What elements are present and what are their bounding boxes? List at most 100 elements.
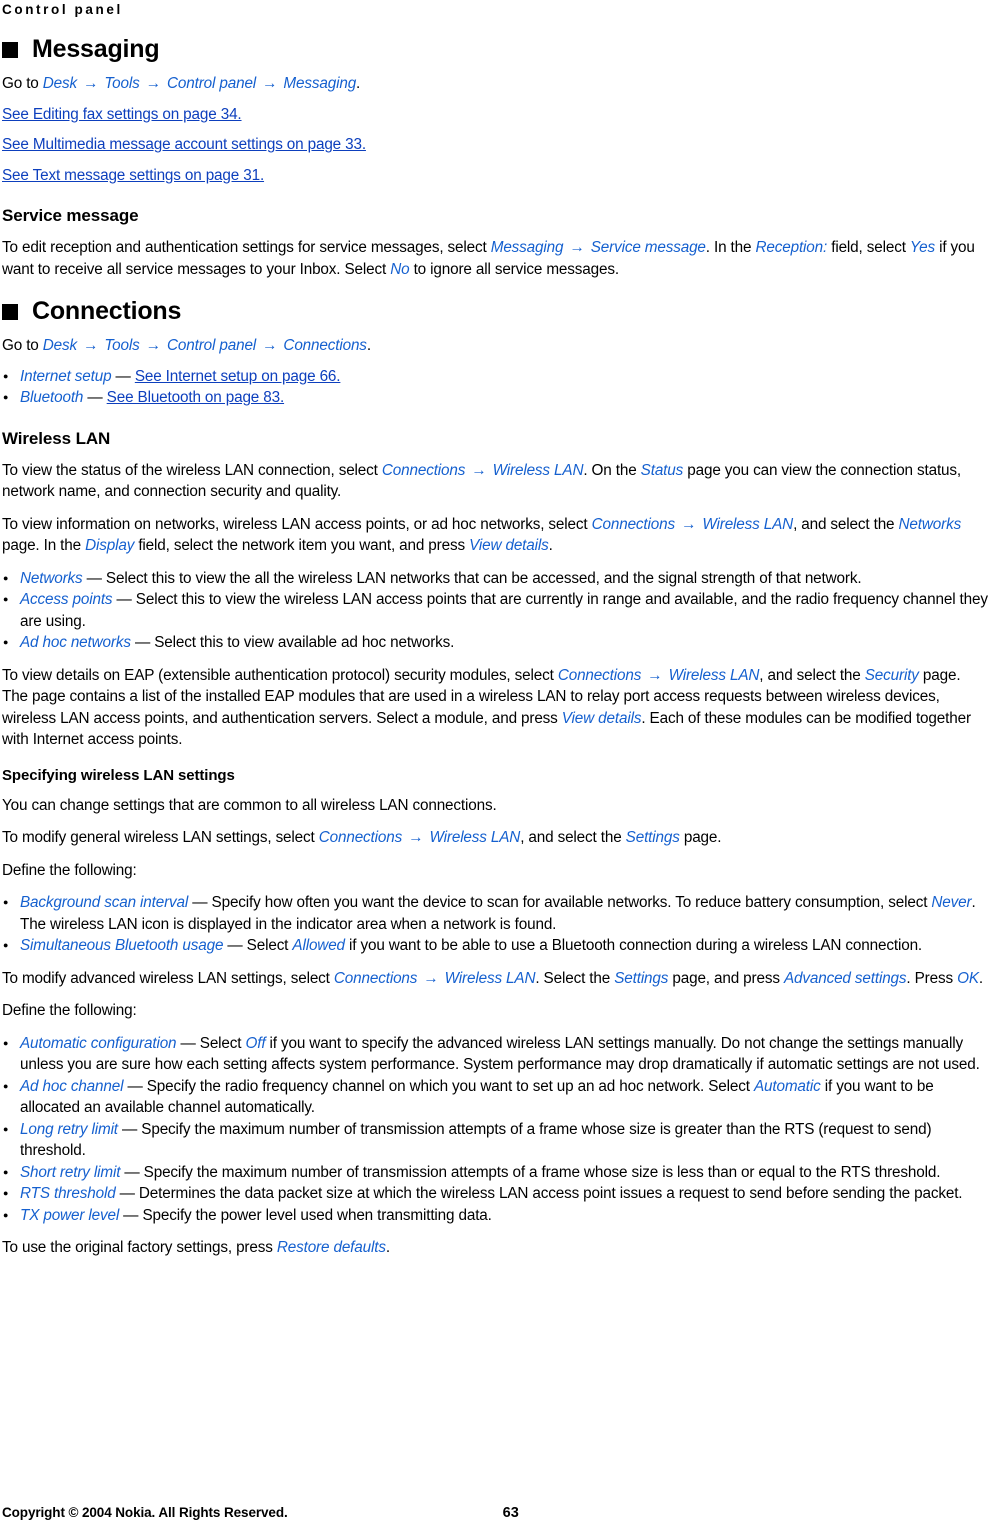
text-fragment: Specify the maximum number of transmissi… [143,1163,941,1181]
text-fragment: To view information on networks, wireles… [2,515,592,533]
arrow-icon: → [643,666,667,684]
list-item: Ad hoc channel — Specify the radio frequ… [2,1076,990,1119]
running-head: Control panel [2,2,123,17]
arrow-icon: → [141,337,166,354]
arrow-icon: → [79,337,103,354]
ui-term-display: Display [85,537,135,554]
arrow-icon: → [467,461,491,479]
list-item: TX power level — Specify the power level… [2,1205,990,1227]
text-fragment: . Select the [535,969,615,987]
text-fragment: To modify general wireless LAN settings,… [2,829,319,846]
ui-term-automatic-configuration: Automatic configuration [20,1034,177,1052]
arrow-icon: → [565,239,589,256]
text-fragment: Select this to view available ad hoc net… [154,634,455,651]
ui-term-wireless-lan: Wireless LAN [668,666,760,684]
paragraph-define-following: Define the following: [2,861,137,879]
text-fragment: — [176,1034,200,1052]
text-fragment: Specify the power level used when transm… [142,1206,492,1224]
section-heading-connections: Connections [2,298,990,325]
text-fragment: — [120,1163,144,1181]
subheading-service-message: Service message [2,206,139,225]
ui-term-no: No [390,260,410,278]
path-item-desk: Desk [42,75,78,92]
ui-term-networks: Networks [898,515,962,533]
path-item-control-panel: Control panel [167,75,257,92]
text-fragment: — [82,569,106,587]
text-fragment: Specify how often you want the device to… [211,894,932,911]
link-internet-setup[interactable]: See Internet setup on page 66. [135,368,341,385]
list-item: Simultaneous Bluetooth usage — Select Al… [2,935,990,957]
ui-term-reception: Reception: [755,239,828,256]
ui-term-networks: Networks [20,569,83,587]
arrow-icon: → [419,969,443,987]
see-also-line: See Editing fax settings on page 34. [2,104,990,126]
ui-term-status: Status [640,461,684,479]
ui-term-connections: Connections [333,969,418,987]
text-fragment: — [83,389,107,406]
path-item-control-panel: Control panel [167,337,257,354]
text-fragment: — [117,1120,142,1138]
text-fragment: to ignore all service messages. [409,260,620,278]
path-item-messaging: Messaging [283,75,357,92]
text-fragment: field, select the network item you want,… [134,537,470,554]
link-editing-fax-settings[interactable]: See Editing fax settings on page 34. [2,106,242,123]
text-fragment: . [385,1239,390,1256]
ui-term-allowed: Allowed [292,937,345,954]
goto-prefix: Go to [2,337,43,354]
text-fragment: , and select the [520,829,626,846]
ui-term-wireless-lan: Wireless LAN [702,515,794,533]
text-fragment: Specify the maximum number of transmissi… [20,1120,932,1160]
text-fragment: , and select the [759,666,865,684]
ui-term-advanced-settings: Advanced settings [783,969,907,987]
ui-term-short-retry-limit: Short retry limit [20,1163,121,1181]
text-fragment: Specify the radio frequency channel on w… [146,1077,754,1095]
text-fragment: To view the status of the wireless LAN c… [2,461,382,479]
text-fragment: Determines the data packet size at which… [138,1185,963,1202]
text-fragment: , and select the [793,515,899,533]
text-fragment: . In the [705,239,756,256]
link-text-message-settings[interactable]: See Text message settings on page 31. [2,167,264,184]
text-fragment: . On the [583,461,641,479]
link-multimedia-message-account-settings[interactable]: See Multimedia message account settings … [2,136,366,153]
paragraph-common-settings: You can change settings that are common … [2,796,497,814]
paragraph-modify-advanced-settings: To modify advanced wireless LAN settings… [2,968,990,990]
connections-bullet-list: Internet setup — See Internet setup on p… [2,366,990,409]
list-item: Networks — Select this to view the all t… [2,568,990,590]
ui-term-connections: Connections [591,515,676,533]
list-item: Bluetooth — See Bluetooth on page 83. [2,387,990,409]
text-fragment: To use the original factory settings, pr… [2,1239,277,1256]
page-footer: Copyright © 2004 Nokia. All Rights Reser… [2,1505,990,1521]
text-fragment: . [548,537,553,554]
paragraph-restore-defaults: To use the original factory settings, pr… [2,1237,990,1259]
list-item: Background scan interval — Specify how o… [2,892,990,935]
text-fragment: To view details on EAP (extensible authe… [2,666,558,684]
path-item-tools: Tools [104,337,140,354]
section-title: Messaging [32,35,160,63]
text-fragment: To modify advanced wireless LAN settings… [2,969,334,987]
text-fragment: Select [246,937,293,954]
list-item: Automatic configuration — Select Off if … [2,1033,990,1076]
goto-path-connections: Go to Desk → Tools → Control panel → Con… [2,335,990,357]
ui-term-connections: Connections [557,666,642,684]
advanced-settings-bullet-list: Automatic configuration — Select Off if … [2,1033,990,1227]
path-item-desk: Desk [42,337,78,354]
arrow-icon: → [79,75,103,92]
ui-term-internet-setup: Internet setup [20,367,112,385]
list-item: Access points — Select this to view the … [2,589,990,632]
ui-term-automatic: Automatic [753,1077,821,1095]
text-fragment: page. In the [2,537,86,554]
goto-suffix: . [356,75,361,92]
see-also-line: See Multimedia message account settings … [2,134,990,156]
paragraph-eap-modules: To view details on EAP (extensible authe… [2,665,990,751]
text-fragment: — [123,1077,147,1095]
arrow-icon: → [676,515,701,533]
link-bluetooth[interactable]: See Bluetooth on page 83. [107,389,285,406]
ui-term-ok: OK [957,969,979,987]
document-page: Control panel Messaging Go to Desk → Too… [0,0,998,1535]
subheading-wireless-lan: Wireless LAN [2,428,111,448]
ui-term-off: Off [245,1034,266,1052]
ui-term-security: Security [864,666,919,684]
ui-term-never: Never [931,894,972,911]
list-item: Short retry limit — Specify the maximum … [2,1162,990,1184]
ui-term-tx-power-level: TX power level [20,1206,120,1224]
